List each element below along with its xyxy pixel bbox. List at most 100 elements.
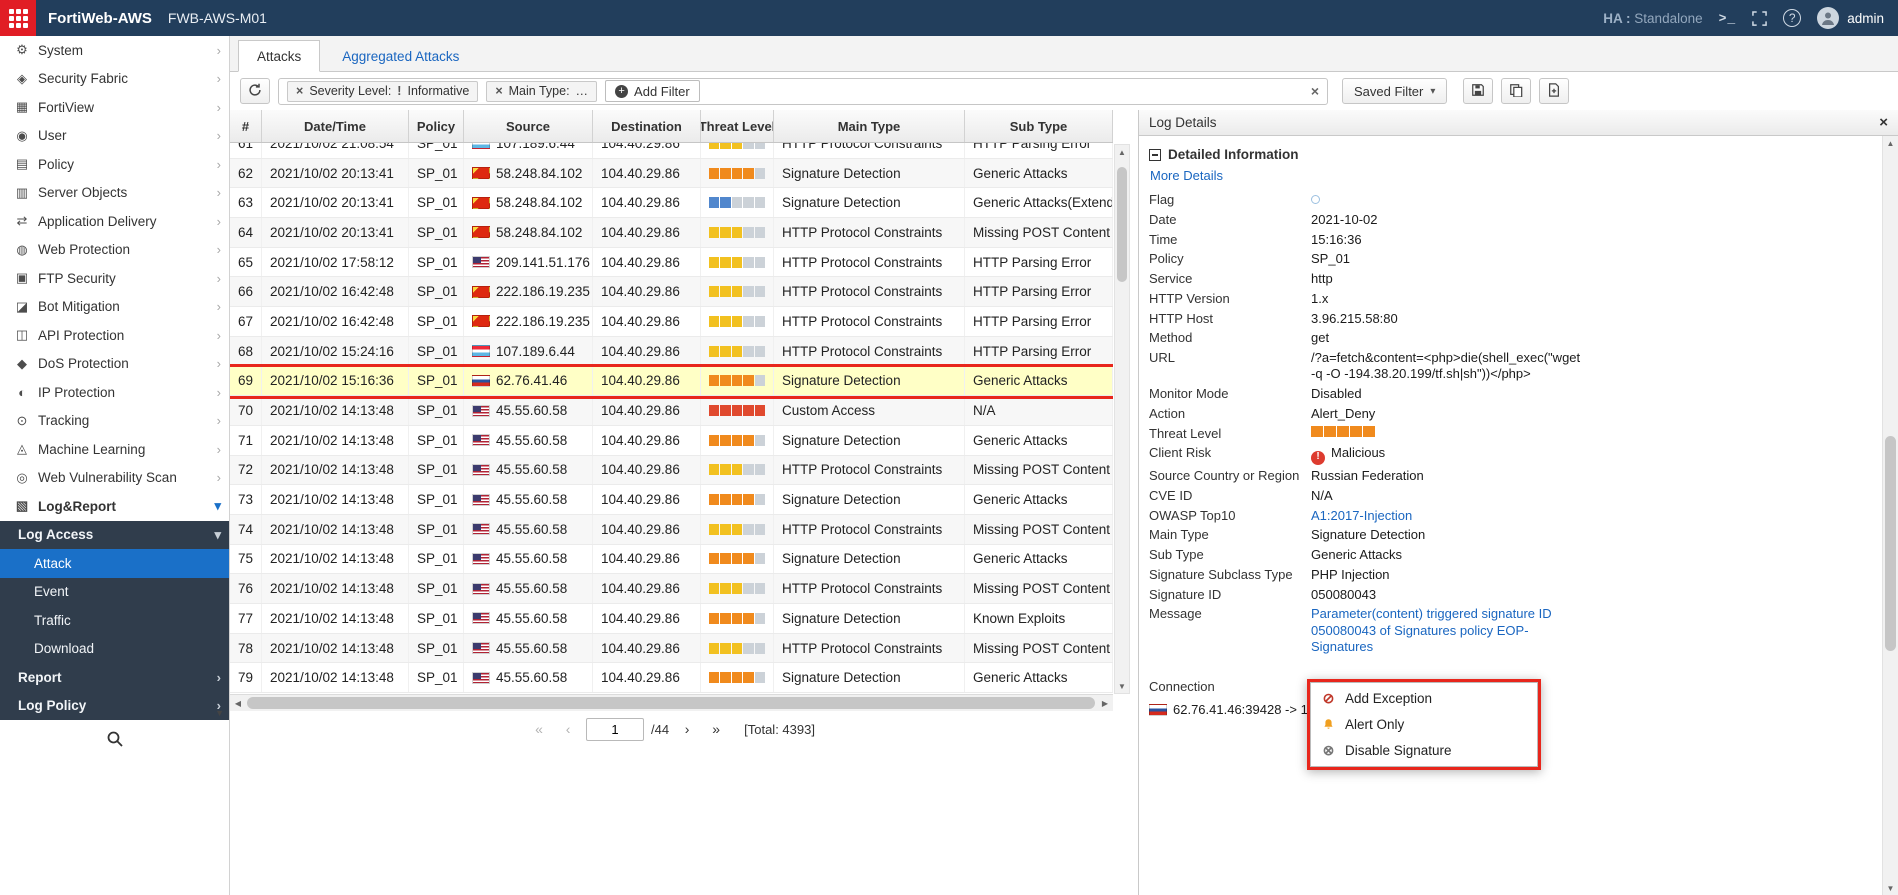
column-header-source[interactable]: Source: [464, 110, 593, 142]
export-report-button[interactable]: [1539, 78, 1570, 104]
close-icon[interactable]: ×: [1879, 114, 1888, 131]
sidebar-item-fortiview[interactable]: ▦ FortiView ›: [0, 93, 229, 122]
table-row[interactable]: 63 2021/10/02 20:13:41 SP_01 58.248.84.102 1…: [230, 188, 1113, 219]
scroll-up-icon[interactable]: ▲: [1115, 145, 1129, 159]
chevron-right-icon: ›: [216, 270, 221, 286]
scroll-left-icon[interactable]: ◀: [230, 695, 246, 711]
scroll-down-icon[interactable]: ▼: [1883, 881, 1898, 895]
sidebar-search-button[interactable]: [0, 730, 229, 751]
sidebar-item-user[interactable]: ◉ User ›: [0, 122, 229, 151]
scrollbar-thumb[interactable]: [1117, 167, 1127, 282]
menu-item-add-exception[interactable]: ⊘ Add Exception: [1311, 685, 1537, 712]
sidebar-item-traffic[interactable]: Traffic: [0, 606, 229, 635]
sidebar-item-bot-mitigation[interactable]: ◪ Bot Mitigation ›: [0, 293, 229, 322]
cli-console-icon[interactable]: >_: [1719, 11, 1737, 26]
column-header-sub-type[interactable]: Sub Type: [965, 110, 1113, 142]
sidebar-item-log-report[interactable]: ▧ Log&Report ▾: [0, 492, 229, 521]
sidebar-item-web-protection[interactable]: ◍ Web Protection ›: [0, 236, 229, 265]
column-header-date-time[interactable]: Date/Time: [262, 110, 409, 142]
table-row[interactable]: 69 2021/10/02 15:16:36 SP_01 62.76.41.46 104…: [230, 366, 1113, 397]
table-row[interactable]: 68 2021/10/02 15:24:16 SP_01 107.189.6.44 10…: [230, 336, 1113, 367]
flag-toggle-icon[interactable]: [1311, 195, 1320, 204]
sidebar-item-report[interactable]: Report ›: [0, 663, 229, 692]
more-details-link[interactable]: More Details: [1150, 168, 1868, 183]
table-row[interactable]: 64 2021/10/02 20:13:41 SP_01 58.248.84.102 1…: [230, 218, 1113, 248]
table-horizontal-scrollbar[interactable]: ◀ ▶: [230, 694, 1113, 711]
sidebar-item-label: Download: [34, 641, 95, 657]
table-row[interactable]: 71 2021/10/02 14:13:48 SP_01 45.55.60.58 104…: [230, 425, 1113, 456]
saved-filter-dropdown[interactable]: Saved Filter ▾: [1342, 78, 1448, 104]
scroll-up-icon[interactable]: ▲: [1883, 136, 1898, 150]
sidebar-item-tracking[interactable]: ⊙ Tracking ›: [0, 407, 229, 436]
details-scrollbar[interactable]: ▲ ▼: [1882, 136, 1898, 895]
table-row[interactable]: 79 2021/10/02 14:13:48 SP_01 45.55.60.58 104…: [230, 663, 1113, 694]
add-filter-button[interactable]: + Add Filter: [605, 80, 700, 102]
tab-attacks[interactable]: Attacks: [238, 40, 321, 72]
remove-filter-icon[interactable]: ×: [495, 84, 502, 98]
sidebar-item-application-delivery[interactable]: ⇄ Application Delivery ›: [0, 207, 229, 236]
scroll-down-icon[interactable]: ▼: [1115, 679, 1129, 693]
last-page-button[interactable]: »: [705, 717, 727, 741]
table-row[interactable]: 66 2021/10/02 16:42:48 SP_01 222.186.19.235…: [230, 277, 1113, 308]
menu-item-disable-signature[interactable]: ⊗ Disable Signature: [1311, 737, 1537, 764]
column-header-policy[interactable]: Policy: [409, 110, 464, 142]
sidebar-item-web-vulnerability-scan[interactable]: ◎ Web Vulnerability Scan ›: [0, 464, 229, 493]
filter-box[interactable]: × Severity Level: ! Informative × Main T…: [278, 77, 1328, 105]
column-header-item[interactable]: #: [230, 110, 262, 142]
next-page-button[interactable]: ›: [676, 717, 698, 741]
table-row[interactable]: 65 2021/10/02 17:58:12 SP_01 209.141.51.176…: [230, 247, 1113, 278]
column-header-destination[interactable]: Destination: [593, 110, 701, 142]
collapse-icon[interactable]: [1149, 148, 1161, 161]
sidebar-item-api-protection[interactable]: ◫ API Protection ›: [0, 321, 229, 350]
sidebar-item-security-fabric[interactable]: ◈ Security Fabric ›: [0, 65, 229, 94]
table-row[interactable]: 74 2021/10/02 14:13:48 SP_01 45.55.60.58 104…: [230, 514, 1113, 545]
tab-aggregated-attacks[interactable]: Aggregated Attacks: [324, 41, 477, 71]
clear-filters-icon[interactable]: ×: [1311, 83, 1319, 99]
table-row[interactable]: 62 2021/10/02 20:13:41 SP_01 58.248.84.102 1…: [230, 158, 1113, 189]
sidebar-item-attack[interactable]: Attack: [0, 549, 229, 578]
sidebar-item-dos-protection[interactable]: ◆ DoS Protection ›: [0, 350, 229, 379]
page-input[interactable]: [586, 717, 645, 741]
filter-chip-severity-level[interactable]: × Severity Level: ! Informative: [287, 80, 479, 102]
scrollbar-thumb[interactable]: [247, 697, 1095, 709]
scrollbar-thumb[interactable]: [1885, 436, 1896, 651]
filter-chip-main-type[interactable]: × Main Type: …: [486, 80, 598, 102]
refresh-button[interactable]: [240, 78, 270, 104]
sidebar-item-log-policy[interactable]: Log Policy ›: [0, 691, 229, 720]
table-row[interactable]: 78 2021/10/02 14:13:48 SP_01 45.55.60.58 104…: [230, 633, 1113, 664]
sidebar-item-policy[interactable]: ▤ Policy ›: [0, 150, 229, 179]
table-row[interactable]: 77 2021/10/02 14:13:48 SP_01 45.55.60.58 104…: [230, 604, 1113, 634]
sidebar-scroll-down-icon[interactable]: ▼: [215, 708, 224, 718]
sidebar-item-machine-learning[interactable]: ◬ Machine Learning ›: [0, 435, 229, 464]
prev-page-button[interactable]: ‹: [557, 717, 579, 741]
sidebar-item-system[interactable]: ⚙ System ›: [0, 36, 229, 65]
table-row[interactable]: 70 2021/10/02 14:13:48 SP_01 45.55.60.58 104…: [230, 396, 1113, 426]
table-row[interactable]: 61 2021/10/02 21:08:54 SP_01 107.189.6.44 10…: [230, 143, 1113, 159]
menu-item-alert-only[interactable]: Alert Only: [1311, 712, 1537, 737]
sidebar-item-event[interactable]: Event: [0, 577, 229, 606]
column-header-threat-level[interactable]: Threat Level: [701, 110, 774, 142]
sidebar-item-server-objects[interactable]: ▥ Server Objects ›: [0, 179, 229, 208]
save-filter-button[interactable]: [1463, 78, 1494, 104]
copy-button[interactable]: [1501, 78, 1532, 104]
column-header-main-type[interactable]: Main Type: [774, 110, 965, 142]
total-pages-label: /44: [651, 721, 670, 737]
help-icon[interactable]: ?: [1783, 9, 1802, 27]
table-row[interactable]: 75 2021/10/02 14:13:48 SP_01 45.55.60.58 104…: [230, 544, 1113, 575]
sidebar-item-log-access[interactable]: Log Access ▾: [0, 520, 229, 549]
country-flag-ru-icon: [1149, 704, 1167, 717]
table-vertical-scrollbar[interactable]: ▲ ▼: [1114, 144, 1130, 694]
sidebar-item-ip-protection[interactable]: ◐ IP Protection ›: [0, 378, 229, 407]
scroll-right-icon[interactable]: ▶: [1097, 695, 1113, 711]
first-page-button[interactable]: «: [528, 717, 550, 741]
detailed-information-section[interactable]: Detailed Information: [1149, 147, 1868, 162]
fullscreen-icon[interactable]: [1752, 10, 1768, 26]
sidebar-item-ftp-security[interactable]: ▣ FTP Security ›: [0, 264, 229, 293]
table-row[interactable]: 67 2021/10/02 16:42:48 SP_01 222.186.19.235…: [230, 307, 1113, 337]
table-row[interactable]: 76 2021/10/02 14:13:48 SP_01 45.55.60.58 104…: [230, 574, 1113, 604]
avatar[interactable]: [1817, 7, 1840, 29]
table-row[interactable]: 73 2021/10/02 14:13:48 SP_01 45.55.60.58 104…: [230, 485, 1113, 515]
sidebar-item-download[interactable]: Download: [0, 634, 229, 663]
table-row[interactable]: 72 2021/10/02 14:13:48 SP_01 45.55.60.58 104…: [230, 455, 1113, 486]
remove-filter-icon[interactable]: ×: [296, 84, 303, 98]
